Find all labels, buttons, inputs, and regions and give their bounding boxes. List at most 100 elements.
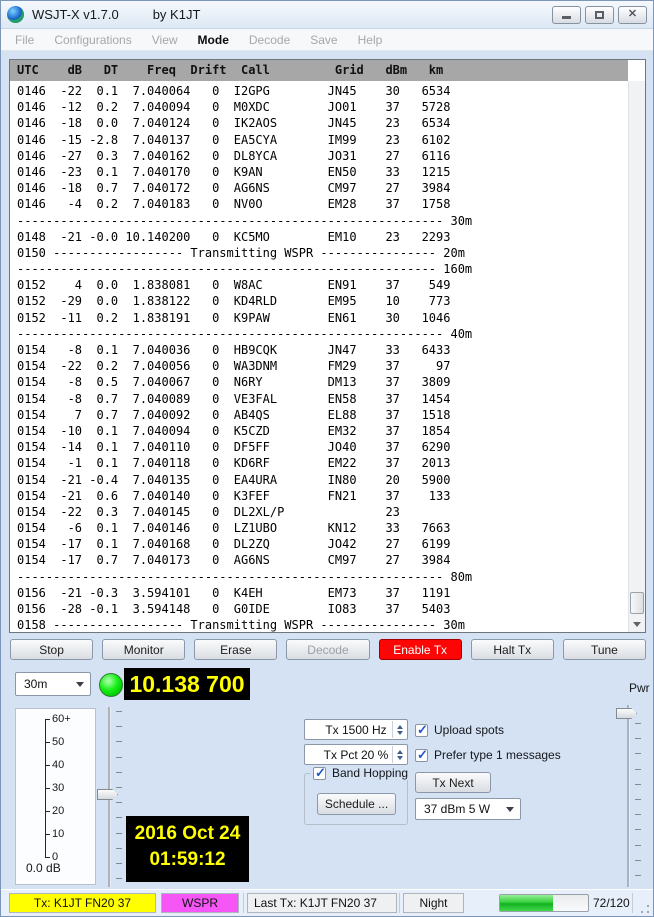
- slider-groove: [627, 705, 629, 887]
- schedule-button-label: Schedule ...: [325, 797, 388, 811]
- tx-progress-fill: [500, 895, 553, 911]
- spinner-arrows-icon[interactable]: [392, 721, 406, 738]
- minimize-icon: [562, 16, 571, 19]
- prefer-type1-checkbox[interactable]: ✓ Prefer type 1 messages: [415, 748, 561, 762]
- checkbox-box[interactable]: ✓: [415, 749, 428, 762]
- menu-save[interactable]: Save: [300, 30, 347, 50]
- status-divider: [399, 893, 400, 913]
- menu-view[interactable]: View: [142, 30, 188, 50]
- rx-gain-slider[interactable]: [97, 707, 123, 887]
- schedule-button[interactable]: Schedule ...: [317, 793, 396, 815]
- clock-time: 01:59:12: [126, 849, 249, 871]
- decode-row[interactable]: 0154 -8 0.7 7.040089 0 VE3FAL EN58 37 14…: [10, 391, 628, 407]
- decode-row[interactable]: 0146 -23 0.1 7.040170 0 K9AN EN50 33 121…: [10, 164, 628, 180]
- tx-freq-spinbox[interactable]: Tx 1500 Hz: [304, 719, 408, 740]
- band-hopping-checkbox[interactable]: ✓ Band Hopping: [310, 766, 411, 780]
- table-scrollbar[interactable]: [628, 81, 645, 632]
- decode-row[interactable]: 0156 -28 -0.1 3.594148 0 G0IDE IO83 37 5…: [10, 601, 628, 617]
- tx-next-button[interactable]: Tx Next: [415, 772, 491, 793]
- pwr-slider-thumb[interactable]: [616, 708, 637, 719]
- decode-row[interactable]: 0156 -21 -0.3 3.594101 0 K4EH EM73 37 11…: [10, 585, 628, 601]
- maximize-icon: [595, 11, 604, 19]
- decode-row[interactable]: 0154 -21 0.6 7.040140 0 K3FEF FN21 37 13…: [10, 488, 628, 504]
- scrollbar-thumb[interactable]: [630, 592, 644, 614]
- decode-row[interactable]: 0154 -6 0.1 7.040146 0 LZ1UBO KN12 33 76…: [10, 520, 628, 536]
- erase-button[interactable]: Erase: [194, 639, 277, 660]
- slider-tick: [635, 829, 641, 830]
- resize-grip[interactable]: [640, 904, 650, 914]
- decode-row[interactable]: 0146 -18 0.7 7.040172 0 AG6NS CM97 27 39…: [10, 180, 628, 196]
- signal-meter: 0.0 dB 60+50403020100: [15, 708, 96, 885]
- menu-configurations[interactable]: Configurations: [44, 30, 141, 50]
- scroll-down-button[interactable]: [629, 616, 645, 632]
- decode-row[interactable]: 0154 -8 0.5 7.040067 0 N6RY DM13 37 3809: [10, 374, 628, 390]
- scroll-up-button[interactable]: [629, 81, 645, 97]
- enable-tx-button[interactable]: Enable Tx: [379, 639, 462, 660]
- band-separator-row: ----------------------------------------…: [10, 261, 628, 277]
- menu-decode[interactable]: Decode: [239, 30, 300, 50]
- decode-row[interactable]: 0154 -10 0.1 7.040094 0 K5CZD EM32 37 18…: [10, 423, 628, 439]
- upload-spots-label: Upload spots: [434, 723, 504, 737]
- decode-row[interactable]: 0146 -22 0.1 7.040064 0 I2GPG JN45 30 65…: [10, 83, 628, 99]
- decode-row[interactable]: 0146 -15 -2.8 7.040137 0 EA5CYA IM99 23 …: [10, 132, 628, 148]
- decode-row[interactable]: 0146 -18 0.0 7.040124 0 IK2AOS JN45 23 6…: [10, 115, 628, 131]
- decode-row[interactable]: 0152 4 0.0 1.838081 0 W8AC EN91 37 549: [10, 277, 628, 293]
- monitor-button[interactable]: Monitor: [102, 639, 185, 660]
- slider-tick: [116, 726, 122, 727]
- check-icon: ✓: [417, 747, 428, 763]
- slider-tick: [116, 711, 122, 712]
- decode-table: UTC dB DT Freq Drift Call Grid dBm km 01…: [9, 59, 646, 633]
- decode-row[interactable]: 0154 -17 0.1 7.040168 0 DL2ZQ JO42 27 61…: [10, 536, 628, 552]
- band-select[interactable]: 30m: [15, 672, 91, 696]
- decode-row[interactable]: 0152 -29 0.0 1.838122 0 KD4RLD EM95 10 7…: [10, 293, 628, 309]
- clock-display: 2016 Oct 24 01:59:12: [126, 816, 249, 882]
- tx-pct-spinbox[interactable]: Tx Pct 20 %: [304, 744, 408, 765]
- meter-scale-label: 50: [52, 736, 64, 748]
- meter-tick: [45, 811, 50, 812]
- rx-gain-slider-thumb[interactable]: [97, 789, 118, 800]
- decode-row[interactable]: 0154 -22 0.2 7.040056 0 WA3DNM FM29 37 9…: [10, 358, 628, 374]
- decode-row[interactable]: 0146 -4 0.2 7.040183 0 NV0O EM28 37 1758: [10, 196, 628, 212]
- meter-scale-label: 20: [52, 805, 64, 817]
- clock-date: 2016 Oct 24: [126, 823, 249, 845]
- status-tx-panel: Tx: K1JT FN20 37: [9, 893, 156, 913]
- decode-row[interactable]: 0152 -11 0.2 1.838191 0 K9PAW EN61 30 10…: [10, 310, 628, 326]
- decode-row[interactable]: 0154 -1 0.1 7.040118 0 KD6RF EM22 37 201…: [10, 455, 628, 471]
- decode-row[interactable]: 0154 -22 0.3 7.040145 0 DL2XL/P 23: [10, 504, 628, 520]
- maximize-button[interactable]: [585, 6, 614, 24]
- decode-row[interactable]: 0154 -17 0.7 7.040173 0 AG6NS CM97 27 39…: [10, 552, 628, 568]
- slider-tick: [635, 753, 641, 754]
- pwr-slider[interactable]: [616, 705, 642, 887]
- close-button[interactable]: ✕: [618, 6, 647, 24]
- halt-tx-button[interactable]: Halt Tx: [471, 639, 554, 660]
- spinner-arrows-icon[interactable]: [392, 746, 406, 763]
- stop-button[interactable]: Stop: [10, 639, 93, 660]
- menu-mode[interactable]: Mode: [188, 30, 239, 50]
- decode-button[interactable]: Decode: [286, 639, 369, 660]
- decode-row[interactable]: 0154 -8 0.1 7.040036 0 HB9CQK JN47 33 64…: [10, 342, 628, 358]
- decode-row[interactable]: 0154 -21 -0.4 7.040135 0 EA4URA IN80 20 …: [10, 472, 628, 488]
- prefer-type1-label: Prefer type 1 messages: [434, 748, 561, 762]
- close-icon: ✕: [628, 9, 637, 20]
- menu-help[interactable]: Help: [348, 30, 393, 50]
- decode-row[interactable]: 0146 -27 0.3 7.040162 0 DL8YCA JO31 27 6…: [10, 148, 628, 164]
- power-select[interactable]: 37 dBm 5 W: [415, 798, 521, 820]
- tune-button[interactable]: Tune: [563, 639, 646, 660]
- slider-tick: [116, 817, 122, 818]
- checkbox-box[interactable]: ✓: [415, 724, 428, 737]
- window-controls: ✕: [552, 6, 647, 24]
- upload-spots-checkbox[interactable]: ✓ Upload spots: [415, 723, 504, 737]
- decode-row[interactable]: 0148 -21 -0.0 10.140200 0 KC5MO EM10 23 …: [10, 229, 628, 245]
- decode-row[interactable]: 0146 -12 0.2 7.040094 0 M0XDC JO01 37 57…: [10, 99, 628, 115]
- decode-row[interactable]: 0154 7 0.7 7.040092 0 AB4QS EL88 37 1518: [10, 407, 628, 423]
- window-title-by: by K1JT: [153, 7, 201, 22]
- band-select-value: 30m: [24, 677, 47, 691]
- checkbox-box[interactable]: ✓: [313, 767, 326, 780]
- title-bar[interactable]: WSJT-X v1.7.0 by K1JT ✕: [1, 1, 653, 29]
- minimize-button[interactable]: [552, 6, 581, 24]
- menu-file[interactable]: File: [5, 30, 44, 50]
- decode-row[interactable]: 0154 -14 0.1 7.040110 0 DF5FF JO40 37 62…: [10, 439, 628, 455]
- meter-tick: [45, 834, 50, 835]
- status-divider: [243, 893, 244, 913]
- chevron-down-icon: [506, 807, 514, 812]
